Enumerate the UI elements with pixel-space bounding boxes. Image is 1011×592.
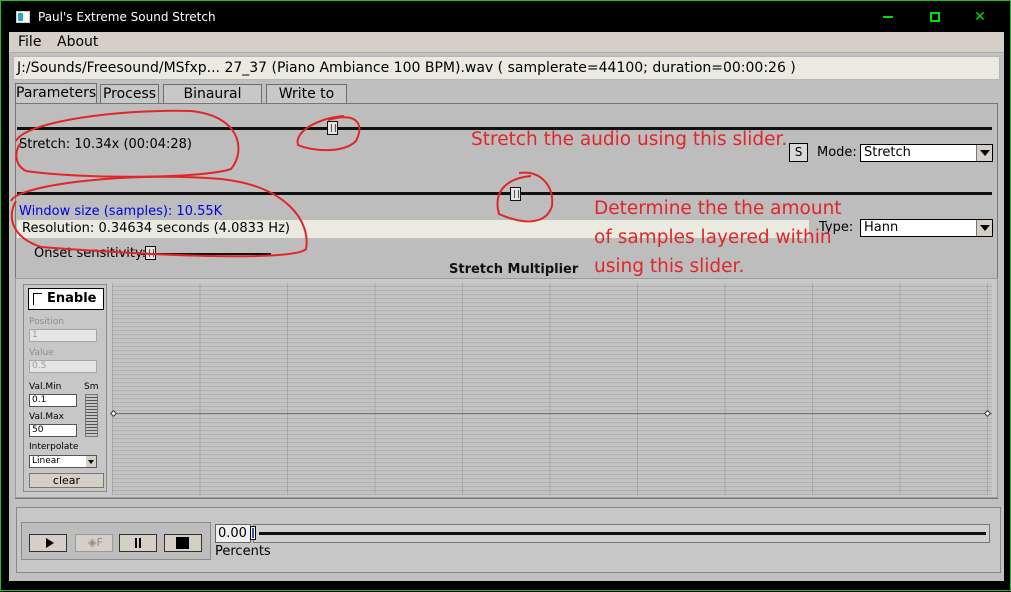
annotation-circles bbox=[10, 109, 554, 258]
window-slider-circle bbox=[496, 171, 554, 223]
stretch-slider-circle bbox=[296, 115, 361, 152]
window-label-circle bbox=[10, 175, 308, 258]
stretch-label-circle bbox=[15, 109, 240, 178]
app-window: Paul's Extreme Sound Stretch ✕ File Abou… bbox=[0, 0, 1011, 591]
